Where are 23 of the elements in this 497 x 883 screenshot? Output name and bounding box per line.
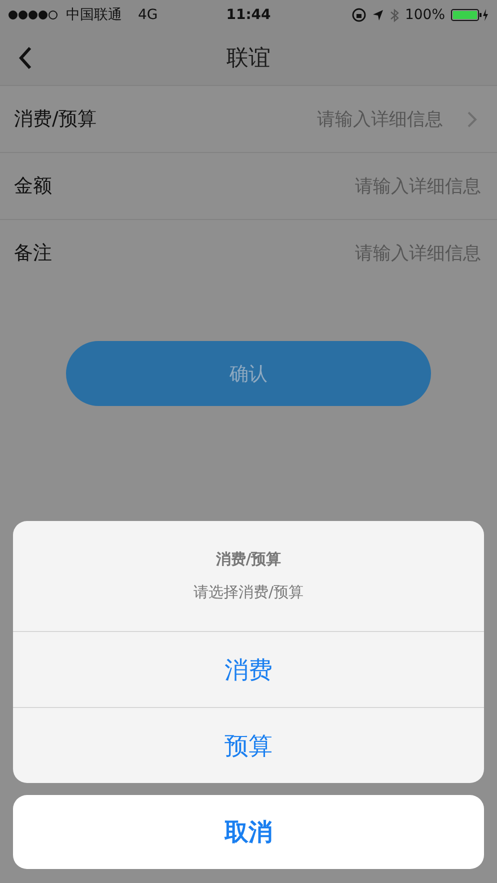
field-label: 消费/预算 (14, 107, 96, 132)
signal-icon (8, 10, 60, 20)
page-title: 联谊 (226, 44, 270, 72)
battery-percent: 100% (404, 7, 446, 23)
cancel-button[interactable]: 取消 (13, 795, 484, 869)
location-icon (372, 9, 384, 21)
sheet-message: 请选择消费/预算 (193, 583, 304, 602)
input-field[interactable]: 请输入详细信息 (52, 174, 483, 198)
input-field[interactable]: 请输入详细信息 (96, 108, 445, 130)
confirm-button[interactable]: 确认 (66, 341, 431, 406)
rotation-lock-icon (352, 8, 366, 22)
status-time: 11:44 (226, 7, 271, 23)
sheet-title: 消费/预算 (216, 550, 282, 569)
bluetooth-icon (390, 8, 399, 22)
sheet-option[interactable]: 消费 (13, 631, 484, 707)
sheet-option[interactable]: 预算 (13, 707, 484, 783)
input-field[interactable]: 请输入详细信息 (52, 242, 483, 264)
chevron-icon (467, 110, 477, 128)
carrier-name: 中国联通 (66, 6, 122, 24)
field-label: 金额 (14, 174, 52, 199)
field-label: 备注 (14, 241, 52, 266)
network-type: 4G (138, 7, 158, 23)
battery-charging-icon (451, 8, 490, 22)
